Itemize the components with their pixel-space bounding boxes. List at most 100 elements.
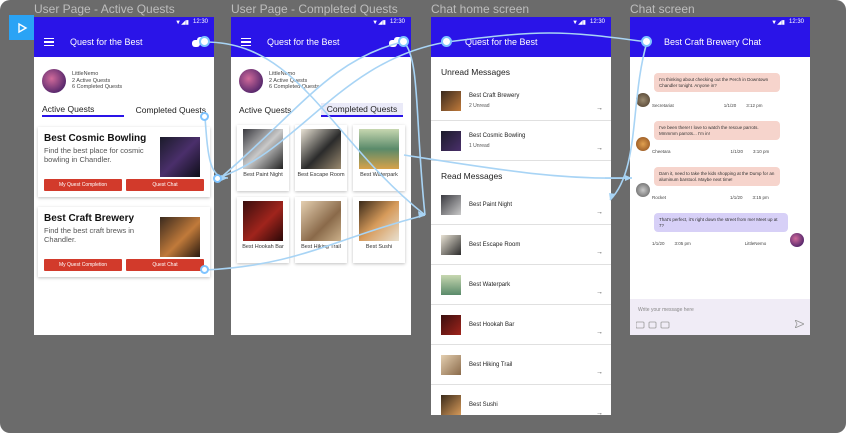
chat-unread-count: 1 Unread <box>469 142 490 149</box>
arrow-right-icon: → <box>596 289 603 296</box>
profile-summary: LittleNemo 2 Active Quests 6 Completed Q… <box>231 57 411 99</box>
completed-quest-card[interactable]: Best Sushi <box>353 197 405 263</box>
frame-label-chat: Chat screen <box>630 2 695 16</box>
avatar <box>790 233 804 247</box>
arrow-right-icon: → <box>596 145 603 152</box>
chat-message: I'm thinking about checking out the Perc… <box>654 73 780 92</box>
completed-quest-card[interactable]: Best Escape Room <box>295 125 347 191</box>
avatar <box>636 137 650 151</box>
sender-name: LittleNemo <box>744 241 767 246</box>
tab-active-quests[interactable]: Active Quests <box>239 103 321 117</box>
quest-label: Best Waterpark <box>360 172 398 178</box>
chat-thumbnail <box>441 194 461 215</box>
hotspot-indicator <box>641 36 652 47</box>
frame-label-chat-home: Chat home screen <box>431 2 530 16</box>
chat-thumbnail <box>441 274 461 295</box>
message-time: 3:05 pm <box>674 241 691 246</box>
quest-image <box>301 129 341 169</box>
tab-completed-quests[interactable]: Completed Quests <box>321 103 403 117</box>
quest-image <box>359 201 399 241</box>
arrow-right-icon: → <box>596 369 603 376</box>
quest-image <box>243 201 283 241</box>
avatar <box>636 93 650 107</box>
quest-chat-button[interactable]: Quest Chat <box>126 179 204 191</box>
chat-name: Best Cosmic Bowling <box>469 132 526 139</box>
chat-list-item[interactable]: Best Paint Night → <box>431 185 611 225</box>
chat-name: Best Hookah Bar <box>469 321 515 328</box>
chat-list-item[interactable]: Best Cosmic Bowling 1 Unread → <box>431 121 611 161</box>
message-composer: Write your message here <box>630 299 810 335</box>
quest-image <box>243 129 283 169</box>
status-bar: ▼◢▮ 12:30 <box>231 17 411 27</box>
menu-icon[interactable] <box>241 38 251 46</box>
quest-label: Best Hiking Trail <box>301 244 341 250</box>
play-prototype-button[interactable] <box>9 15 34 40</box>
chat-list-item[interactable]: Best Hiking Trail → <box>431 345 611 385</box>
avatar <box>42 69 66 93</box>
attachment-icons[interactable] <box>636 321 670 329</box>
quest-label: Best Escape Room <box>297 172 345 178</box>
message-date: 1/1/20 <box>730 149 744 154</box>
completed-quest-card[interactable]: Best Paint Night <box>237 125 289 191</box>
app-title: Quest for the Best <box>70 37 143 47</box>
send-icon[interactable] <box>795 320 804 328</box>
completed-quest-card[interactable]: Best Waterpark <box>353 125 405 191</box>
status-bar: ▼◢▮ 12:30 <box>34 17 214 27</box>
arrow-right-icon: → <box>596 105 603 112</box>
quest-label: Best Hookah Bar <box>242 244 284 250</box>
hotspot-indicator <box>398 36 409 47</box>
hotspot-indicator <box>200 265 209 274</box>
chat-thumbnail <box>441 234 461 255</box>
quest-label: Best Sushi <box>365 244 393 250</box>
app-bar: Quest for the Best <box>431 27 611 57</box>
quest-completion-button[interactable]: My Quest Completion <box>44 259 122 271</box>
chat-list-item[interactable]: Best Sushi → <box>431 385 611 415</box>
hotspot-indicator <box>199 36 210 47</box>
quest-completion-button[interactable]: My Quest Completion <box>44 179 122 191</box>
message-time: 3:15 pm <box>752 195 769 200</box>
avatar <box>239 69 263 93</box>
avatar <box>636 183 650 197</box>
menu-icon[interactable] <box>44 38 54 46</box>
quest-card: Best Cosmic Bowling Find the best place … <box>38 127 210 197</box>
status-bar: ▼◢▮ 12:30 <box>630 17 810 27</box>
tab-completed-quests[interactable]: Completed Quests <box>124 103 206 117</box>
app-title: Quest for the Best <box>267 37 340 47</box>
quest-chat-button[interactable]: Quest Chat <box>126 259 204 271</box>
chat-thumbnail <box>441 90 461 111</box>
chat-list-item[interactable]: Best Waterpark → <box>431 265 611 305</box>
message-date: 1/1/20 <box>723 103 737 108</box>
tab-active-quests[interactable]: Active Quests <box>42 103 124 117</box>
chat-list-item[interactable]: Best Hookah Bar → <box>431 305 611 345</box>
app-bar: Best Craft Brewery Chat <box>630 27 810 57</box>
hotspot-indicator <box>213 174 222 183</box>
chat-list-item[interactable]: Best Craft Brewery 2 Unread → <box>431 81 611 121</box>
quest-image <box>359 129 399 169</box>
frame-label-completed: User Page - Completed Quests <box>231 2 398 16</box>
message-time: 3:10 pm <box>753 149 770 154</box>
quest-description: Find the best craft brews in Chandler. <box>44 226 135 244</box>
arrow-right-icon: → <box>596 249 603 256</box>
completed-count: 6 Completed Quests <box>72 84 123 91</box>
sender-name: Rocket <box>652 195 667 200</box>
chat-list-item[interactable]: Best Escape Room → <box>431 225 611 265</box>
quest-image <box>301 201 341 241</box>
sender-name: Secretariat <box>652 103 674 108</box>
message-input[interactable]: Write your message here <box>638 307 694 313</box>
completed-quest-card[interactable]: Best Hiking Trail <box>295 197 347 263</box>
chat-thumbnail <box>441 130 461 151</box>
completed-quest-grid: Best Paint Night Best Escape Room Best W… <box>231 117 411 263</box>
read-header: Read Messages <box>441 171 503 181</box>
completed-quest-card[interactable]: Best Hookah Bar <box>237 197 289 263</box>
sender-name: Cheetara <box>652 149 671 154</box>
chat-name: Best Escape Room <box>469 241 521 248</box>
chat-message: Darn it, need to take the kids shopping … <box>654 167 780 186</box>
message-time: 3:12 pm <box>746 103 763 108</box>
quest-image <box>160 137 200 177</box>
profile-summary: LittleNemo 2 Active Quests 6 Completed Q… <box>34 57 214 99</box>
chat-message: That's perfect, it's right down the stre… <box>654 213 788 232</box>
arrow-right-icon: → <box>596 329 603 336</box>
chat-thumbnail <box>441 354 461 375</box>
chat-title: Best Craft Brewery Chat <box>664 37 762 47</box>
status-bar: ▼◢▮ 12:30 <box>431 17 611 27</box>
